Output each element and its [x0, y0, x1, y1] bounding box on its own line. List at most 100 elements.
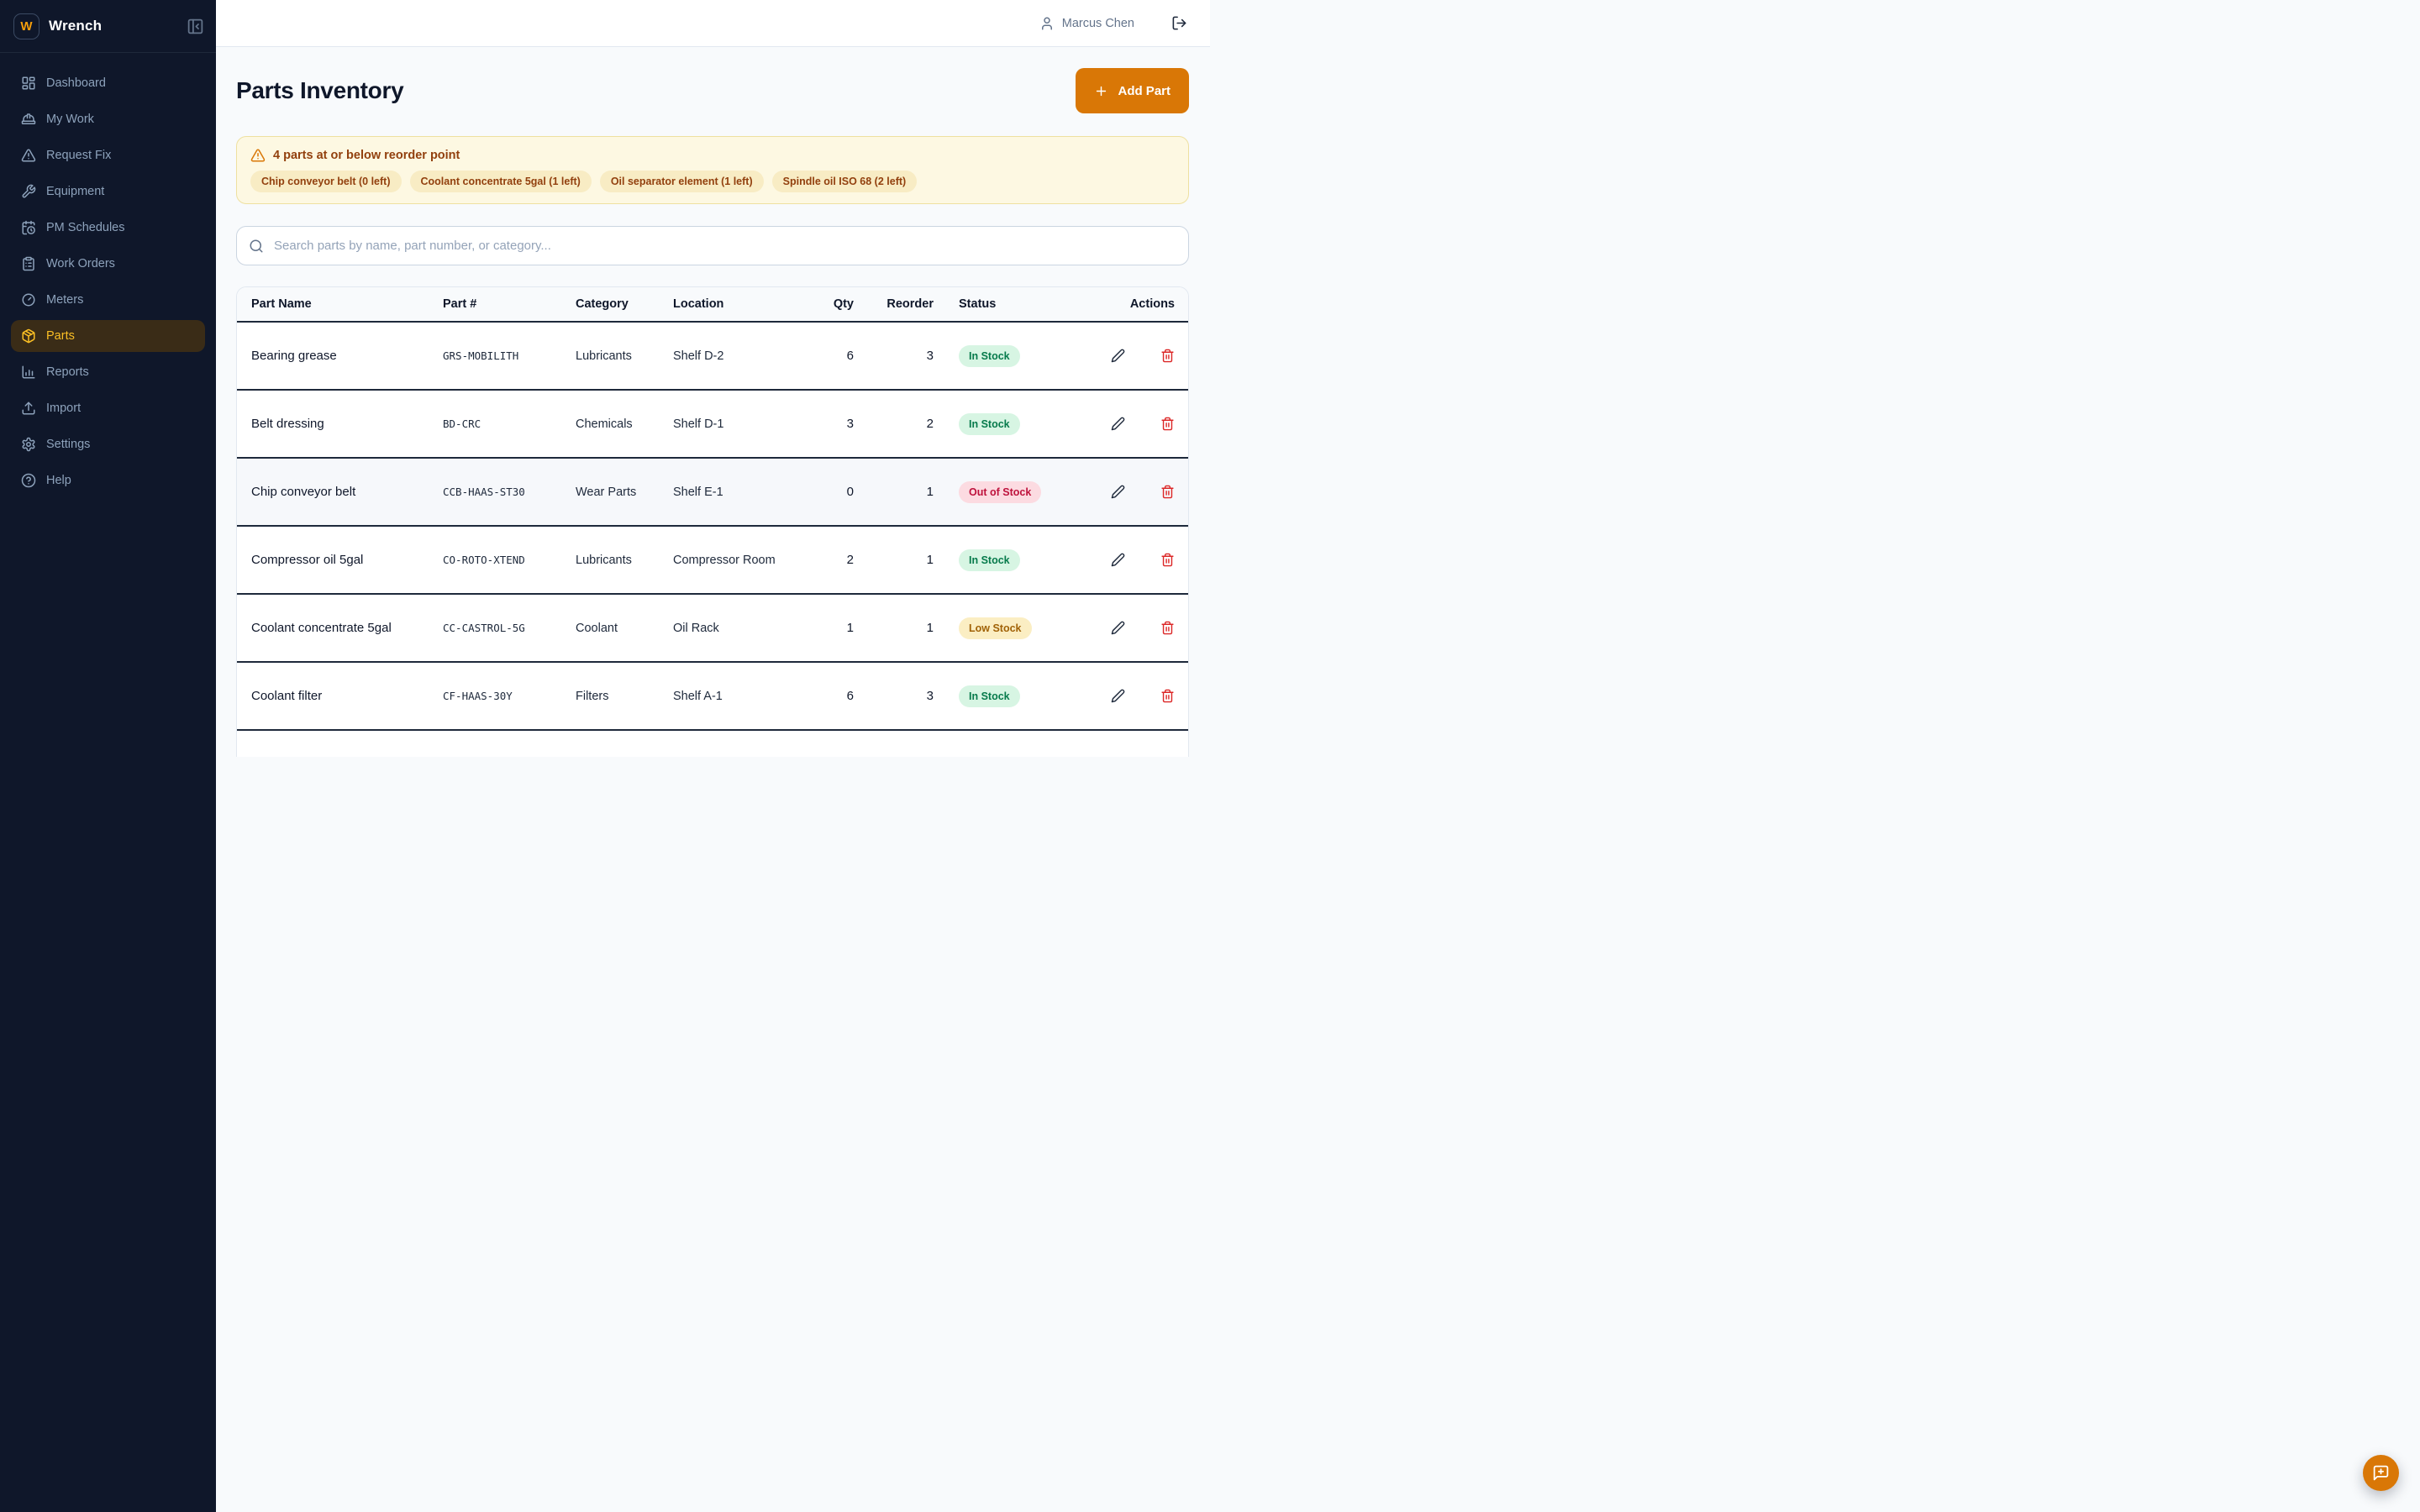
- reorder-cell: 1: [859, 485, 939, 499]
- qty-cell: 6: [783, 349, 859, 363]
- part-number-cell: CC-CASTROL-5G: [438, 622, 571, 634]
- sidebar-item-meters[interactable]: Meters: [11, 284, 205, 316]
- reorder-alert-banner: 4 parts at or below reorder point Chip c…: [236, 136, 1189, 204]
- sidebar-item-equipment[interactable]: Equipment: [11, 176, 205, 207]
- logo-letter: W: [20, 19, 32, 34]
- wrench-icon: [21, 184, 36, 199]
- logout-icon: [1171, 15, 1187, 31]
- add-part-button[interactable]: Add Part: [1076, 68, 1189, 113]
- column-header-reorder: Reorder: [859, 297, 939, 311]
- parts-table: Part NamePart #CategoryLocationQtyReorde…: [236, 286, 1189, 757]
- sidebar-item-help[interactable]: Help: [11, 465, 205, 496]
- reorder-cell: 3: [859, 349, 939, 363]
- trash-icon: [1160, 553, 1175, 567]
- app-name: Wrench: [49, 18, 187, 34]
- main-area: Marcus Chen Parts Inventory Add Part: [216, 0, 1210, 757]
- table-row: Belt dressing BD-CRC Chemicals Shelf D-1…: [237, 391, 1188, 459]
- package-icon: [21, 328, 36, 344]
- pencil-icon: [1111, 485, 1125, 499]
- edit-part-button[interactable]: [1111, 621, 1125, 635]
- sidebar-item-label: My Work: [46, 113, 94, 126]
- sidebar-item-label: Reports: [46, 365, 89, 379]
- actions-cell: [1088, 485, 1180, 499]
- alert-triangle-icon: [21, 148, 36, 163]
- actions-cell: [1088, 417, 1180, 431]
- status-badge: Low Stock: [959, 617, 1032, 639]
- pencil-icon: [1111, 621, 1125, 635]
- column-header-category: Category: [571, 297, 668, 311]
- page-title: Parts Inventory: [236, 77, 403, 104]
- sidebar-item-reports[interactable]: Reports: [11, 356, 205, 388]
- help-circle-icon: [21, 473, 36, 488]
- logout-button[interactable]: [1171, 15, 1187, 31]
- trash-icon: [1160, 417, 1175, 431]
- sidebar-item-label: PM Schedules: [46, 221, 125, 234]
- reorder-cell: 2: [859, 417, 939, 431]
- sidebar-collapse-button[interactable]: [187, 18, 204, 35]
- sidebar-item-import[interactable]: Import: [11, 392, 205, 424]
- sidebar-item-dashboard[interactable]: Dashboard: [11, 67, 205, 99]
- column-header-qty: Qty: [783, 297, 859, 311]
- status-badge: Out of Stock: [959, 481, 1041, 503]
- sidebar-item-my-work[interactable]: My Work: [11, 103, 205, 135]
- pencil-icon: [1111, 553, 1125, 567]
- reorder-cell: 1: [859, 621, 939, 635]
- reorder-chip: Chip conveyor belt (0 left): [250, 171, 402, 192]
- delete-part-button[interactable]: [1160, 417, 1175, 431]
- edit-part-button[interactable]: [1111, 689, 1125, 703]
- part-name-cell: Coolant concentrate 5gal: [246, 621, 438, 635]
- status-cell: In Stock: [939, 685, 1088, 707]
- category-cell: Filters: [571, 690, 668, 703]
- delete-part-button[interactable]: [1160, 485, 1175, 499]
- delete-part-button[interactable]: [1160, 349, 1175, 363]
- delete-part-button[interactable]: [1160, 553, 1175, 567]
- chat-fab-button[interactable]: [2363, 1455, 2399, 1491]
- search-bar: [236, 226, 1189, 265]
- table-row: Coolant concentrate 5gal CC-CASTROL-5G C…: [237, 595, 1188, 663]
- actions-cell: [1088, 349, 1180, 363]
- edit-part-button[interactable]: [1111, 485, 1125, 499]
- part-name-cell: Compressor oil 5gal: [246, 553, 438, 567]
- sidebar-item-label: Settings: [46, 438, 90, 451]
- location-cell: Compressor Room: [668, 554, 783, 567]
- user-menu[interactable]: Marcus Chen: [1039, 16, 1134, 31]
- category-cell: Chemicals: [571, 417, 668, 431]
- location-cell: Shelf D-2: [668, 349, 783, 363]
- sidebar-item-settings[interactable]: Settings: [11, 428, 205, 460]
- table-row: Bearing grease GRS-MOBILITH Lubricants S…: [237, 323, 1188, 391]
- reorder-chip: Coolant concentrate 5gal (1 left): [410, 171, 592, 192]
- edit-part-button[interactable]: [1111, 417, 1125, 431]
- status-badge: In Stock: [959, 345, 1020, 367]
- pencil-icon: [1111, 417, 1125, 431]
- sidebar-item-pm-schedules[interactable]: PM Schedules: [11, 212, 205, 244]
- reorder-chip: Oil separator element (1 left): [600, 171, 764, 192]
- reorder-chip: Spindle oil ISO 68 (2 left): [772, 171, 918, 192]
- status-badge: In Stock: [959, 549, 1020, 571]
- sidebar-item-label: Help: [46, 474, 71, 487]
- hard-hat-icon: [21, 112, 36, 127]
- sidebar-item-label: Dashboard: [46, 76, 106, 90]
- part-name-cell: Bearing grease: [246, 349, 438, 363]
- content: Parts Inventory Add Part 4 parts at or b…: [216, 47, 1210, 757]
- gauge-icon: [21, 292, 36, 307]
- sidebar-item-request-fix[interactable]: Request Fix: [11, 139, 205, 171]
- column-header-part: Part #: [438, 297, 571, 311]
- bar-chart-icon: [21, 365, 36, 380]
- sidebar-item-parts[interactable]: Parts: [11, 320, 205, 352]
- sidebar-item-work-orders[interactable]: Work Orders: [11, 248, 205, 280]
- delete-part-button[interactable]: [1160, 621, 1175, 635]
- pencil-icon: [1111, 689, 1125, 703]
- part-number-cell: CO-ROTO-XTEND: [438, 554, 571, 566]
- parts-table-body: Bearing grease GRS-MOBILITH Lubricants S…: [237, 323, 1188, 731]
- sidebar-item-label: Import: [46, 402, 81, 415]
- status-cell: In Stock: [939, 345, 1088, 367]
- qty-cell: 3: [783, 417, 859, 431]
- plus-icon: [1094, 84, 1108, 98]
- delete-part-button[interactable]: [1160, 689, 1175, 703]
- parts-table-header: Part NamePart #CategoryLocationQtyReorde…: [237, 287, 1188, 323]
- edit-part-button[interactable]: [1111, 349, 1125, 363]
- edit-part-button[interactable]: [1111, 553, 1125, 567]
- reorder-cell: 3: [859, 689, 939, 703]
- part-name-cell: Chip conveyor belt: [246, 485, 438, 499]
- search-input[interactable]: [272, 238, 1176, 254]
